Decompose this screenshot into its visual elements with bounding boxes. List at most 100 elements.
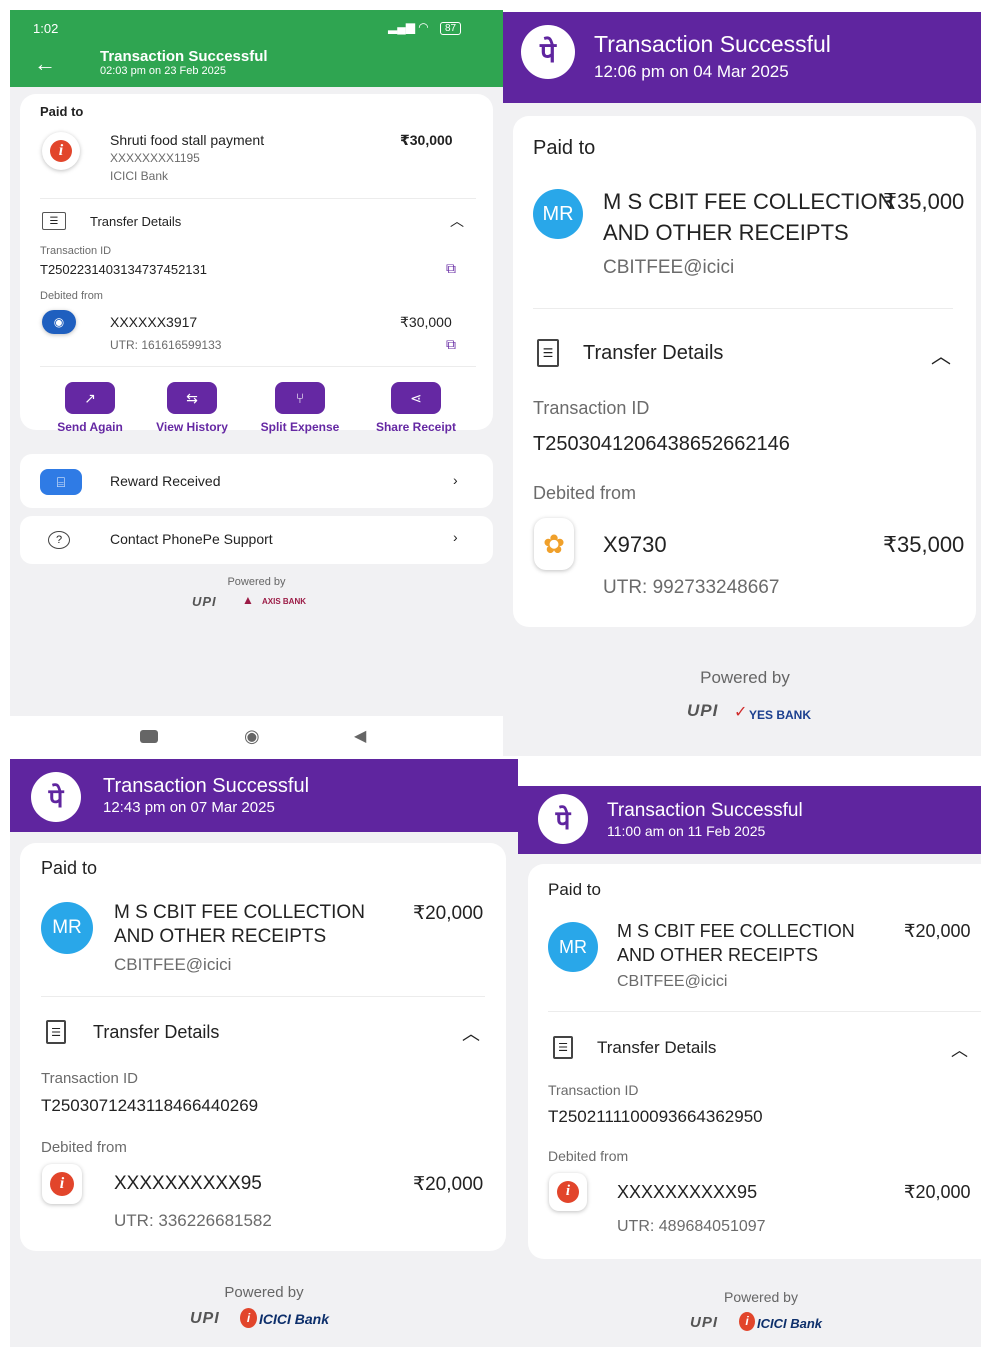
header-title: Transaction Successful [607,800,803,821]
utr-number: UTR: 992733248667 [603,577,780,598]
payee-amount: ₹20,000 [904,921,971,941]
payee-amount: ₹20,000 [413,903,484,924]
upi-logo: UPI [190,1310,220,1327]
header-title: Transaction Successful [100,48,268,65]
battery-icon: 87 [440,22,462,35]
checkmark-icon: ✓ [734,704,748,721]
transfer-details-label[interactable]: Transfer Details [597,1038,716,1058]
sbi-logo-icon: ◉ [42,310,76,334]
debited-from-label: Debited from [40,290,103,302]
phonepe-logo-icon: पे [538,794,588,844]
header-subtitle: 12:43 pm on 07 Mar 2025 [103,799,275,816]
chevron-up-icon[interactable]: ︿ [931,340,951,369]
upi-logo: UPI [690,1314,719,1331]
back-arrow-icon[interactable]: ← [34,51,56,77]
partner-bank-name: YES BANK [749,708,812,722]
screenshot-receipt-2: पे Transaction Successful 12:06 pm on 04… [503,12,981,756]
payee-name-line2: AND OTHER RECEIPTS [603,220,849,245]
upi-logo: UPI [192,594,217,609]
bank-logo-icon: ✿ [534,518,574,570]
list-icon: ☰ [46,1020,66,1044]
divider [548,1011,981,1012]
screenshot-receipt-3: पे Transaction Successful 12:43 pm on 07… [10,759,518,1347]
header-subtitle: 11:00 am on 11 Feb 2025 [607,823,766,839]
screenshot-receipt-4: पे Transaction Successful 11:00 am on 11… [518,786,981,1347]
icici-logo-icon: i [549,1173,587,1211]
transfer-details-label[interactable]: Transfer Details [93,1022,219,1043]
split-expense-button[interactable]: ⑂ Split Expense [250,382,350,434]
divider [41,996,485,997]
chevron-right-icon[interactable]: › [453,529,458,545]
transaction-id: T2503041206438652662146 [533,433,790,455]
back-icon[interactable]: ◀ [354,726,366,746]
icici-logo-icon: i [240,1308,257,1328]
chevron-up-icon[interactable]: ︿ [462,1020,480,1046]
paid-to-label: Paid to [40,104,84,119]
swap-arrows-icon: ⇆ [167,382,217,414]
phonepe-logo-icon: पे [31,772,81,822]
divider [40,198,476,199]
transaction-id-label: Transaction ID [41,1070,138,1087]
powered-by-label: Powered by [227,576,286,588]
copy-icon[interactable]: ⧉ [446,260,456,277]
chevron-up-icon[interactable]: ︿ [951,1036,968,1061]
share-receipt-button[interactable]: ⋖ Share Receipt [362,382,470,434]
divider [40,366,476,367]
powered-by-label: Powered by [700,668,790,687]
recents-icon[interactable] [140,730,158,743]
debit-amount: ₹30,000 [400,314,452,330]
partner-bank-name: AXIS BANK [262,597,307,606]
transaction-id: T2502231403134737452131 [40,262,208,277]
phonepe-logo-icon: पे [521,25,575,79]
list-icon: ☰ [553,1036,573,1059]
reward-label: Reward Received [110,473,221,489]
debit-amount: ₹35,000 [883,532,965,557]
payee-name-line2: AND OTHER RECEIPTS [617,945,819,965]
transfer-details-label[interactable]: Transfer Details [583,342,723,365]
payee-upi-id: CBITFEE@icici [114,955,232,974]
payee-account: XXXXXXXX1195 [110,151,200,165]
debited-from-label: Debited from [548,1148,629,1164]
icici-logo-icon: i [42,132,80,170]
partner-bank-name: ICICI Bank [259,1311,330,1327]
chevron-up-icon[interactable]: ︿ [450,211,464,231]
debit-amount: ₹20,000 [413,1174,484,1195]
help-chat-icon: ? [48,531,70,549]
support-label: Contact PhonePe Support [110,531,273,547]
avatar: MR [41,902,93,954]
chevron-right-icon[interactable]: › [453,472,458,488]
debited-from-label: Debited from [533,483,637,503]
transfer-details-label[interactable]: Transfer Details [90,214,181,229]
reward-received-row[interactable] [20,454,493,508]
avatar: MR [533,189,583,239]
utr-number: UTR: 161616599133 [110,338,222,352]
paid-to-label: Paid to [41,858,98,878]
utr-number: UTR: 336226681582 [114,1211,272,1230]
payee-name-line2: AND OTHER RECEIPTS [114,926,327,947]
payee-name-line1: M S CBIT FEE COLLECTION [617,921,855,941]
debit-account: XXXXXX3917 [110,314,198,330]
copy-icon[interactable]: ⧉ [446,336,456,353]
payee-upi-id: CBITFEE@icici [603,257,735,278]
icici-logo-icon: i [42,1164,82,1204]
payee-name-line1: M S CBIT FEE COLLECTION [114,902,365,923]
home-icon[interactable]: ◉ [244,726,260,747]
payee-upi-id: CBITFEE@icici [617,973,728,990]
upi-logo: UPI [687,701,719,720]
debit-account: XXXXXXXXXX95 [114,1173,262,1194]
debited-from-label: Debited from [41,1139,127,1156]
header-title: Transaction Successful [594,31,831,57]
split-icon: ⑂ [275,382,325,414]
paid-to-label: Paid to [533,137,596,159]
gift-icon: ⌸ [40,469,82,495]
signal-icon: ▂▄▆ ◠ [388,20,429,34]
powered-by-label: Powered by [724,1289,798,1305]
send-again-button[interactable]: ↗ Send Again [46,382,134,434]
status-time: 1:02 [33,21,59,36]
share-icon: ⋖ [391,382,441,414]
view-history-button[interactable]: ⇆ View History [146,382,238,434]
payee-bank: ICICI Bank [110,169,169,183]
debit-amount: ₹20,000 [904,1182,971,1202]
header-subtitle: 02:03 pm on 23 Feb 2025 [100,65,226,77]
list-icon: ☰ [42,212,66,230]
